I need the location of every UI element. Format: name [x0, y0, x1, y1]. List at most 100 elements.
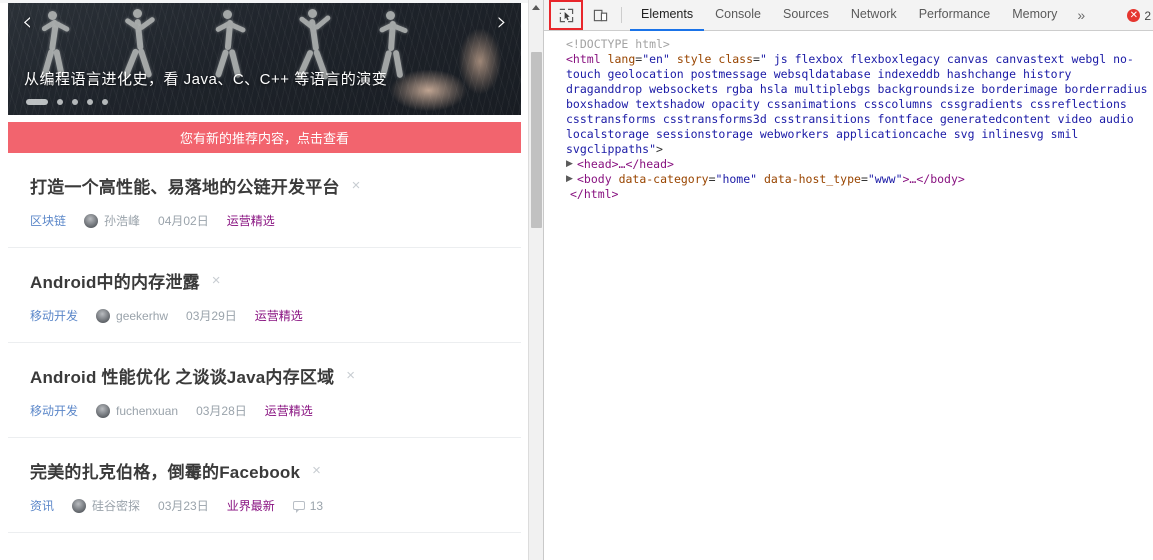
tab-network[interactable]: Network: [840, 0, 908, 31]
article-list: 打造一个高性能、易落地的公链开发平台 × 区块链 孙浩峰 04月02日 运营精选: [8, 153, 521, 533]
dom-html-close-label: </html>: [570, 187, 619, 201]
tab-elements[interactable]: Elements: [630, 0, 705, 31]
carousel-indicators[interactable]: [26, 99, 108, 105]
tab-console[interactable]: Console: [704, 0, 772, 31]
carousel-dot-5[interactable]: [102, 99, 108, 105]
article-title-row: Android中的内存泄露 ×: [30, 268, 499, 293]
dom-attr-data-category-value: "home": [715, 172, 758, 186]
dom-tag-body: <body: [577, 172, 612, 186]
list-item[interactable]: Android 性能优化 之谈谈Java内存区域 × 移动开发 fuchenxu…: [8, 343, 521, 438]
dom-tree[interactable]: <!DOCTYPE html> <html lang="en" style cl…: [544, 31, 1153, 560]
article-author-name: 孙浩峰: [104, 214, 141, 228]
inspect-element-button-highlight[interactable]: [549, 0, 583, 30]
dom-body-tail: >…</body>: [902, 172, 965, 186]
article-author[interactable]: 孙浩峰: [84, 212, 140, 229]
comment-bubble-icon: [292, 501, 305, 513]
list-item[interactable]: Android中的内存泄露 × 移动开发 geekerhw 03月29日 运营精…: [8, 248, 521, 343]
article-tag[interactable]: 业界最新: [227, 497, 275, 514]
toolbar-divider: [621, 7, 622, 23]
carousel-dot-3[interactable]: [72, 99, 78, 105]
inspect-element-icon[interactable]: [553, 3, 579, 27]
article-meta: 区块链 孙浩峰 04月02日 运营精选: [30, 212, 499, 229]
article-tag[interactable]: 运营精选: [255, 307, 303, 324]
page-scrollbar[interactable]: [528, 0, 543, 560]
article-category[interactable]: 资讯: [30, 497, 54, 514]
dom-html-close-tag: </html>: [554, 187, 1153, 202]
tab-memory[interactable]: Memory: [1001, 0, 1068, 31]
dom-attr-data-host-type: data-host_type: [764, 172, 861, 186]
dom-attr-data-host-type-value: "www": [867, 172, 903, 186]
dom-html-close-bracket: >: [656, 142, 663, 156]
article-meta: 资讯 硅谷密探 03月23日 业界最新 13: [30, 497, 499, 514]
dom-attr-lang-value: "en": [642, 52, 670, 66]
article-title[interactable]: Android中的内存泄露: [30, 268, 200, 293]
tab-sources[interactable]: Sources: [772, 0, 840, 31]
avatar: [96, 403, 111, 418]
article-author-name: fuchenxuan: [116, 403, 179, 418]
chevron-right-icon[interactable]: ▶: [566, 172, 577, 187]
article-author[interactable]: geekerhw: [96, 308, 168, 323]
avatar: [96, 308, 111, 323]
dom-attr-style: style: [676, 52, 712, 66]
article-date: 03月23日: [158, 499, 209, 513]
device-toolbar-icon[interactable]: [587, 3, 613, 27]
close-icon[interactable]: ×: [346, 368, 355, 383]
dom-head-label: <head>…</head>: [577, 157, 674, 171]
hero-title[interactable]: 从编程语言进化史，看 Java、C、C++ 等语言的演变: [24, 68, 387, 89]
dom-attr-data-category: data-category: [618, 172, 709, 186]
devtools-panel: Elements Console Sources Network Perform…: [544, 0, 1153, 560]
dom-head-node[interactable]: ▶ <head>…</head>: [554, 157, 1153, 172]
article-meta: 移动开发 geekerhw 03月29日 运营精选: [30, 307, 499, 324]
more-tabs-icon[interactable]: »: [1068, 0, 1094, 31]
dom-html-open-tag[interactable]: <html lang="en" style class=" js flexbox…: [554, 52, 1153, 157]
carousel-next-arrow-icon[interactable]: ›: [497, 9, 507, 35]
article-category[interactable]: 移动开发: [30, 307, 78, 324]
article-title[interactable]: 打造一个高性能、易落地的公链开发平台: [30, 173, 340, 198]
dom-body-node[interactable]: ▶ <body data-category="home" data-host_t…: [554, 172, 1153, 187]
avatar: [84, 213, 99, 228]
article-category[interactable]: 区块链: [30, 212, 66, 229]
article-title[interactable]: Android 性能优化 之谈谈Java内存区域: [30, 363, 334, 388]
article-date: 03月29日: [186, 309, 237, 323]
notice-text: 您有新的推荐内容，点击查看: [179, 131, 349, 146]
article-title-row: 打造一个高性能、易落地的公链开发平台 ×: [30, 173, 499, 198]
article-date: 03月28日: [196, 404, 247, 418]
article-date: 04月02日: [158, 214, 209, 228]
close-icon[interactable]: ×: [312, 463, 321, 478]
dom-attr-lang: lang: [607, 52, 636, 66]
error-icon: ✕: [1127, 9, 1141, 22]
list-item[interactable]: 打造一个高性能、易落地的公链开发平台 × 区块链 孙浩峰 04月02日 运营精选: [8, 153, 521, 248]
article-author[interactable]: fuchenxuan: [96, 403, 179, 418]
hero-carousel[interactable]: ‹ › 从编程语言进化史，看 Java、C、C++ 等语言的演变: [8, 3, 521, 115]
scrollbar-up-arrow-icon[interactable]: [529, 0, 543, 15]
article-tag[interactable]: 运营精选: [227, 212, 275, 229]
carousel-dot-4[interactable]: [87, 99, 93, 105]
carousel-dot-1[interactable]: [26, 99, 48, 105]
tab-performance[interactable]: Performance: [908, 0, 1002, 31]
article-author[interactable]: 硅谷密探: [72, 497, 140, 514]
article-category[interactable]: 移动开发: [30, 402, 78, 419]
article-tag[interactable]: 运营精选: [265, 402, 313, 419]
error-count-badge[interactable]: ✕ 2: [1127, 0, 1151, 31]
browser-page-viewport: ‹ › 从编程语言进化史，看 Java、C、C++ 等语言的演变 您有新的推荐内…: [0, 0, 544, 560]
close-icon[interactable]: ×: [212, 273, 221, 288]
article-title-row: Android 性能优化 之谈谈Java内存区域 ×: [30, 363, 499, 388]
article-comments[interactable]: 13: [292, 498, 324, 513]
avatar: [72, 498, 87, 513]
page-content: ‹ › 从编程语言进化史，看 Java、C、C++ 等语言的演变 您有新的推荐内…: [0, 3, 529, 560]
article-comment-count: 13: [309, 498, 324, 513]
dom-attr-class: class: [718, 52, 754, 66]
dom-attr-class-value: " js flexbox flexboxlegacy canvas canvas…: [566, 52, 1148, 156]
dom-tag-html: <html: [566, 52, 601, 66]
article-title[interactable]: 完美的扎克伯格，倒霉的Facebook: [30, 458, 300, 483]
scrollbar-thumb[interactable]: [531, 52, 542, 228]
article-meta: 移动开发 fuchenxuan 03月28日 运营精选: [30, 402, 499, 419]
app-root: ‹ › 从编程语言进化史，看 Java、C、C++ 等语言的演变 您有新的推荐内…: [0, 0, 1153, 560]
carousel-dot-2[interactable]: [57, 99, 63, 105]
chevron-right-icon[interactable]: ▶: [566, 157, 577, 172]
new-content-notice-bar[interactable]: 您有新的推荐内容，点击查看: [8, 122, 521, 153]
devtools-toolbar: Elements Console Sources Network Perform…: [544, 0, 1153, 31]
carousel-prev-arrow-icon[interactable]: ‹: [22, 9, 32, 35]
list-item[interactable]: 完美的扎克伯格，倒霉的Facebook × 资讯 硅谷密探 03月23日 业界最…: [8, 438, 521, 533]
close-icon[interactable]: ×: [352, 178, 361, 193]
